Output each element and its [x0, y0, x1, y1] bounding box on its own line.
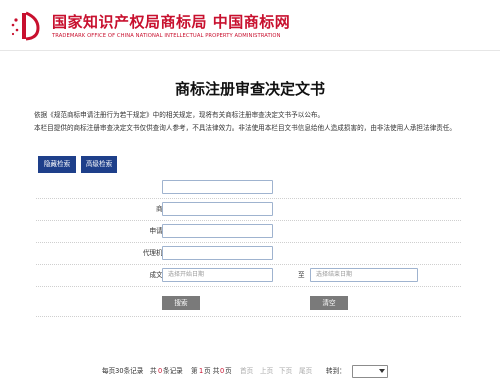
total-count: 0: [158, 367, 163, 375]
current-page-number: 1: [199, 367, 204, 375]
total-prefix: 共: [150, 367, 157, 375]
date-to-label: 至: [298, 271, 305, 279]
application-number-input[interactable]: [162, 180, 273, 194]
search-button[interactable]: 搜索: [162, 296, 200, 310]
next-page-link[interactable]: 下页: [279, 364, 292, 378]
pagination: 每页30条记录 共 0 条记录 第 1 页 共 0 页 首页 上页 下页 尾页 …: [0, 364, 500, 378]
start-date-input[interactable]: 选择开始日期: [162, 268, 273, 282]
form-bottom-divider: [36, 316, 461, 318]
search-form: 申请号： 商标名称： 申请人名称： 代理机构名称： 成文时间从： 选择开始日期 …: [36, 177, 461, 287]
clear-button[interactable]: 清空: [310, 296, 348, 310]
form-row-agency-name: 代理机构名称：: [36, 243, 461, 265]
applicant-name-input[interactable]: [162, 224, 273, 238]
form-row-date-range: 成文时间从： 选择开始日期 至 选择结束日期: [36, 265, 461, 287]
form-row-trademark-name: 商标名称：: [36, 199, 461, 221]
goto-label: 转到：: [326, 367, 346, 375]
total-suffix: 条记录: [163, 367, 183, 375]
site-title: 国家知识产权局商标局 中国商标网: [52, 13, 291, 31]
page-select[interactable]: [352, 365, 388, 378]
form-row-application-number: 申请号：: [36, 177, 461, 199]
site-subtitle: TRADEMARK OFFICE OF CHINA NATIONAL INTEL…: [52, 33, 281, 39]
disclaimer-paragraph: 本栏目提供的商标注册审查决定文书仅供查询人参考，不具法律效力。非法使用本栏目文书…: [34, 124, 456, 132]
last-page-link[interactable]: 尾页: [299, 364, 312, 378]
cnipa-emblem-icon: [11, 11, 40, 41]
first-page-link[interactable]: 首页: [240, 364, 253, 378]
notice-paragraph: 依据《规范商标申请注册行为若干规定》中的相关规定，现将有关商标注册审查决定文书予…: [34, 111, 325, 119]
total-pages: 0: [220, 367, 225, 375]
prev-page-link[interactable]: 上页: [260, 364, 273, 378]
agency-name-input[interactable]: [162, 246, 273, 260]
site-header: 国家知识产权局商标局 中国商标网 TRADEMARK OFFICE OF CHI…: [0, 0, 500, 50]
trademark-name-input[interactable]: [162, 202, 273, 216]
page-prefix: 第: [191, 367, 198, 375]
form-row-applicant-name: 申请人名称：: [36, 221, 461, 243]
header-divider: [0, 50, 500, 51]
page-middle: 页 共: [204, 367, 220, 375]
advanced-search-button[interactable]: 高级检索: [81, 156, 117, 173]
per-page-text: 每页30条记录: [102, 367, 144, 375]
hide-search-button[interactable]: 隐藏检索: [38, 156, 76, 173]
chevron-down-icon: [379, 369, 385, 373]
page-suffix: 页: [225, 367, 232, 375]
page-title: 商标注册审查决定文书: [174, 80, 325, 98]
end-date-input[interactable]: 选择结束日期: [310, 268, 418, 282]
